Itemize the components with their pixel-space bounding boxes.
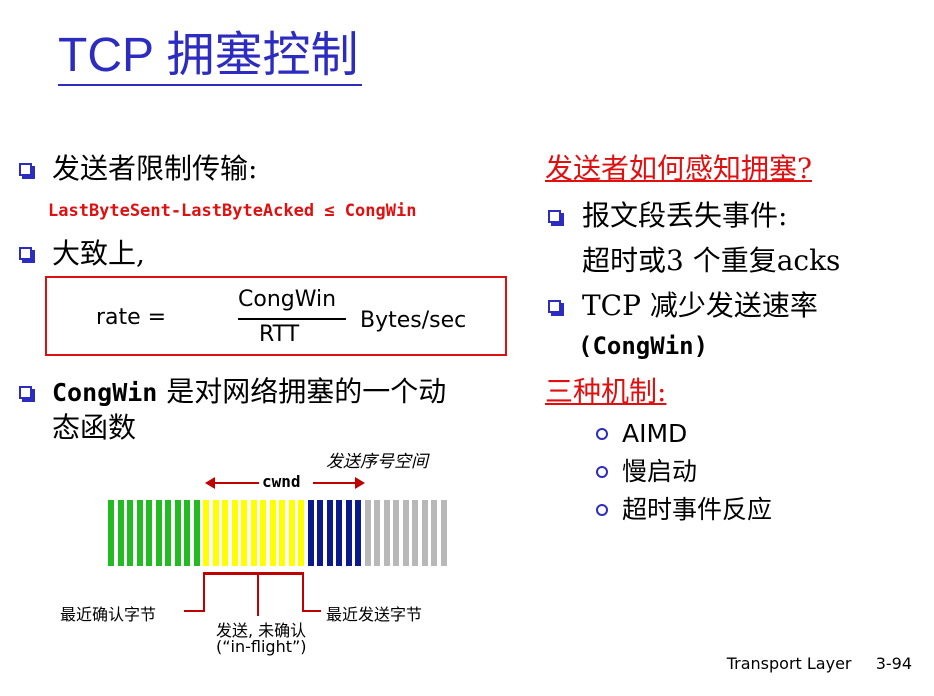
square-bullet-icon bbox=[19, 386, 32, 399]
square-bullet-icon bbox=[548, 210, 561, 223]
square-bullet-icon bbox=[548, 300, 561, 313]
cwnd-label: cwnd bbox=[262, 472, 301, 491]
usable-byte bbox=[355, 500, 361, 566]
square-bullet-icon bbox=[19, 247, 32, 260]
sequence-bar bbox=[108, 500, 452, 566]
right-item-1-line2: 超时或3 个重复acks bbox=[582, 244, 841, 277]
last-sent-pointer-h bbox=[303, 610, 321, 612]
acked-byte bbox=[165, 500, 171, 566]
unusable-byte bbox=[374, 500, 380, 566]
usable-byte bbox=[345, 500, 352, 566]
round-bullet-icon bbox=[596, 466, 608, 478]
acked-byte bbox=[146, 500, 152, 566]
inflight-byte bbox=[250, 500, 257, 566]
last-acked-pointer bbox=[203, 572, 205, 612]
mechanism-aimd: AIMD bbox=[622, 419, 688, 448]
inflight-byte bbox=[269, 500, 276, 566]
last-sent-pointer bbox=[302, 572, 304, 612]
usable-byte bbox=[326, 500, 333, 566]
formula-lhs: rate = bbox=[96, 305, 167, 330]
formula-unit: Bytes/sec bbox=[360, 308, 467, 333]
seq-space-arrow bbox=[313, 482, 359, 484]
formula-denominator: RTT bbox=[259, 322, 300, 347]
usable-byte bbox=[307, 500, 314, 566]
inflight-byte bbox=[203, 500, 209, 566]
unusable-byte bbox=[393, 500, 399, 566]
footer: Transport Layer 3-94 bbox=[727, 654, 912, 673]
seq-space-label: 发送序号空间 bbox=[326, 452, 428, 472]
last-acked-pointer-h bbox=[184, 610, 204, 612]
fraction-bar bbox=[238, 318, 346, 320]
label-last-acked: 最近确认字节 bbox=[60, 605, 157, 624]
right-item-1: 报文段丢失事件: bbox=[582, 199, 788, 232]
round-bullet-icon bbox=[596, 428, 608, 440]
acked-byte bbox=[127, 500, 133, 566]
left-item-1: 发送者限制传输: bbox=[52, 152, 258, 185]
acked-byte bbox=[108, 500, 114, 566]
unusable-byte bbox=[402, 500, 409, 566]
left-item-3-text: 是对网络拥塞的一个动 bbox=[166, 375, 447, 408]
slide-title: TCP 拥塞控制 bbox=[58, 28, 363, 86]
round-bullet-icon bbox=[596, 504, 608, 516]
footer-page: 3-94 bbox=[875, 654, 912, 673]
unusable-byte bbox=[440, 500, 447, 566]
acked-byte bbox=[193, 500, 200, 566]
inflight-byte bbox=[222, 500, 228, 566]
footer-label: Transport Layer bbox=[726, 654, 852, 673]
unusable-byte bbox=[421, 500, 428, 566]
usable-byte bbox=[317, 500, 323, 566]
right-item-2: TCP 减少发送速率 bbox=[582, 289, 818, 322]
left-item-3: CongWin 是对网络拥塞的一个动 bbox=[52, 376, 446, 409]
acked-byte bbox=[184, 500, 190, 566]
unusable-byte bbox=[431, 500, 437, 566]
square-bullet-icon bbox=[19, 163, 32, 176]
right-heading-2: 三种机制: bbox=[545, 375, 667, 408]
inflight-byte bbox=[260, 500, 266, 566]
arrow-right-icon bbox=[355, 477, 365, 489]
unusable-byte bbox=[364, 500, 371, 566]
usable-byte bbox=[336, 500, 342, 566]
inflight-byte bbox=[212, 500, 219, 566]
acked-byte bbox=[117, 500, 124, 566]
inflight-byte bbox=[279, 500, 285, 566]
inflight-byte bbox=[298, 500, 304, 566]
left-item-2: 大致上, bbox=[52, 237, 145, 270]
inflight-pointer bbox=[257, 572, 259, 616]
acked-byte bbox=[174, 500, 181, 566]
mechanism-slow-start: 慢启动 bbox=[622, 457, 698, 486]
acked-byte bbox=[136, 500, 143, 566]
inflight-byte bbox=[288, 500, 295, 566]
acked-byte bbox=[155, 500, 162, 566]
label-last-sent: 最近发送字节 bbox=[326, 605, 423, 624]
inflight-byte bbox=[241, 500, 247, 566]
limit-formula: LastByteSent-LastByteAcked ≤ CongWin bbox=[48, 201, 417, 221]
right-heading-1: 发送者如何感知拥塞? bbox=[545, 152, 813, 185]
inflight-byte bbox=[231, 500, 238, 566]
label-inflight-2: (“in-flight”) bbox=[216, 637, 307, 656]
formula-numerator: CongWin bbox=[238, 287, 337, 312]
left-item-3-cont: 态函数 bbox=[52, 411, 137, 444]
arrow-left-icon bbox=[205, 477, 215, 489]
unusable-byte bbox=[383, 500, 390, 566]
mechanism-timeout: 超时事件反应 bbox=[622, 495, 773, 524]
right-item-2-line2: (CongWin) bbox=[578, 332, 709, 360]
congwin-code: CongWin bbox=[52, 378, 158, 407]
unusable-byte bbox=[412, 500, 418, 566]
inflight-bracket bbox=[203, 572, 303, 575]
